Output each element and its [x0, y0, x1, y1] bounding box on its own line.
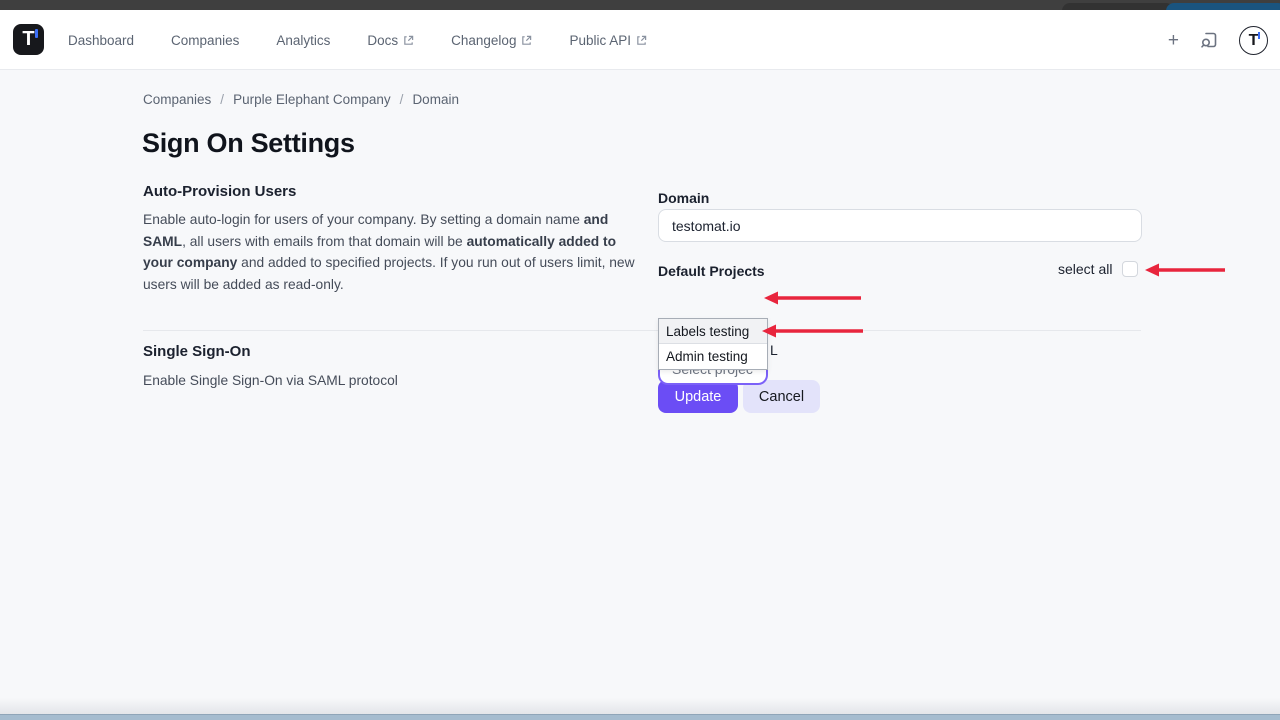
browser-accent-shape	[1166, 3, 1280, 10]
sso-description: Enable Single Sign-On via SAML protocol	[143, 370, 639, 392]
nav-item-changelog[interactable]: Changelog	[451, 33, 532, 48]
avatar-letter: T	[1249, 32, 1259, 49]
bottom-fade	[0, 698, 1280, 714]
search-docs-icon[interactable]	[1199, 30, 1219, 50]
logo-accent-mark	[35, 29, 38, 38]
nav-item-public-api[interactable]: Public API	[569, 33, 647, 48]
browser-tab-shape-small	[1062, 3, 1174, 10]
select-all-label: select all	[1058, 261, 1112, 277]
dropdown-option-admin-testing[interactable]: Admin testing	[659, 344, 767, 369]
breadcrumb-company-name[interactable]: Purple Elephant Company	[233, 92, 391, 107]
nav-menu: Dashboard Companies Analytics Docs Chang…	[68, 10, 647, 70]
annotation-arrow-select-all	[1145, 262, 1227, 278]
domain-input[interactable]	[658, 209, 1142, 242]
breadcrumb-companies[interactable]: Companies	[143, 92, 211, 107]
breadcrumb-separator: /	[220, 92, 224, 107]
nav-item-analytics[interactable]: Analytics	[276, 33, 330, 48]
annotation-arrow-dropdown-option	[762, 323, 866, 339]
external-link-icon	[403, 35, 414, 46]
auto-provision-description: Enable auto-login for users of your comp…	[143, 209, 639, 295]
dropdown-option-labels-testing[interactable]: Labels testing	[659, 319, 767, 344]
sso-heading: Single Sign-On	[143, 343, 251, 360]
default-projects-label: Default Projects	[658, 263, 765, 279]
breadcrumb: Companies / Purple Elephant Company / Do…	[143, 92, 459, 107]
browser-chrome-strip	[0, 0, 1280, 10]
breadcrumb-current: Domain	[412, 92, 459, 107]
nav-right-cluster: + T	[1168, 10, 1268, 70]
user-avatar[interactable]: T	[1239, 26, 1268, 55]
external-link-icon	[636, 35, 647, 46]
annotation-arrow-domain	[764, 290, 864, 306]
page-title: Sign On Settings	[142, 128, 355, 159]
nav-item-companies[interactable]: Companies	[171, 33, 239, 48]
covered-saml-label-remnant: L	[770, 342, 778, 358]
nav-item-docs[interactable]: Docs	[367, 33, 414, 48]
breadcrumb-separator: /	[400, 92, 404, 107]
top-navbar: T Dashboard Companies Analytics Docs Cha…	[0, 10, 1280, 70]
auto-provision-heading: Auto-Provision Users	[143, 183, 296, 200]
main-content: Companies / Purple Elephant Company / Do…	[0, 70, 1280, 720]
section-divider	[143, 330, 1141, 331]
app-logo[interactable]: T	[13, 24, 44, 55]
project-dropdown: Labels testing Admin testing	[658, 318, 768, 370]
select-all-group: select all	[1058, 261, 1138, 277]
nav-item-dashboard[interactable]: Dashboard	[68, 33, 134, 48]
window-bottom-edge	[0, 714, 1280, 720]
domain-label: Domain	[658, 190, 709, 206]
app-logo-letter: T	[22, 28, 34, 50]
avatar-accent-mark	[1258, 32, 1260, 39]
add-icon[interactable]: +	[1168, 31, 1179, 50]
select-all-checkbox[interactable]	[1122, 261, 1138, 277]
external-link-icon	[521, 35, 532, 46]
